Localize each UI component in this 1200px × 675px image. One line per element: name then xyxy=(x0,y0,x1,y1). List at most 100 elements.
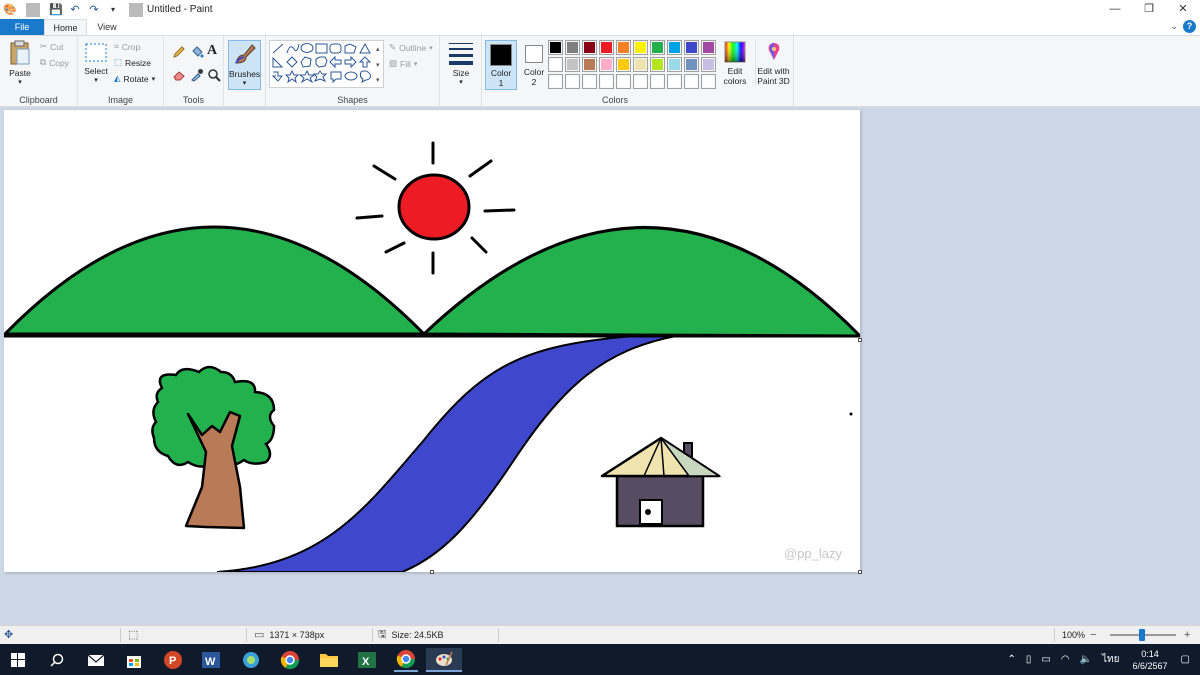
palette-swatch[interactable] xyxy=(582,57,597,72)
paste-button[interactable]: Paste ▾ xyxy=(4,40,36,86)
canvas-workspace[interactable]: @pp_lazy xyxy=(0,107,1200,625)
palette-swatch[interactable] xyxy=(684,74,699,89)
palette-swatch[interactable] xyxy=(684,40,699,55)
palette-swatch[interactable] xyxy=(548,74,563,89)
tab-home[interactable]: Home xyxy=(44,19,87,35)
palette-swatch[interactable] xyxy=(667,40,682,55)
palette-swatch[interactable] xyxy=(565,57,580,72)
tab-file[interactable]: File xyxy=(0,19,44,35)
chevron-up-icon[interactable]: ⌃ xyxy=(1007,654,1015,665)
collapse-ribbon-icon[interactable]: ⌄ xyxy=(1170,21,1178,32)
edit-with-paint3d-button[interactable]: Edit with Paint 3D xyxy=(755,40,791,86)
palette-swatch[interactable] xyxy=(565,74,580,89)
drawing-canvas[interactable]: @pp_lazy xyxy=(4,110,860,572)
undo-icon[interactable]: ↶ xyxy=(68,3,82,17)
clock[interactable]: 0:14 6/6/2567 xyxy=(1133,648,1168,672)
magnifier-icon[interactable] xyxy=(207,68,221,82)
color2-button[interactable]: Color 2 xyxy=(519,40,549,87)
palette-swatch-color xyxy=(635,76,646,87)
palette-swatch[interactable] xyxy=(548,40,563,55)
palette-swatch[interactable] xyxy=(650,40,665,55)
edit-colors-button[interactable]: Edit colors xyxy=(719,40,751,86)
brushes-button[interactable]: Brushes ▾ xyxy=(228,40,261,90)
mail-icon[interactable] xyxy=(84,648,108,672)
resize-handle-right[interactable] xyxy=(858,338,862,342)
palette-swatch[interactable] xyxy=(633,74,648,89)
palette-swatch[interactable] xyxy=(582,40,597,55)
outline-button[interactable]: ✎ Outline ▾ xyxy=(389,42,433,53)
zoom-slider[interactable] xyxy=(1110,629,1176,641)
resize-handle-corner[interactable] xyxy=(858,570,862,574)
battery-icon[interactable]: ▭ xyxy=(1041,654,1050,665)
palette-swatch[interactable] xyxy=(701,74,716,89)
resize-button[interactable]: ⬚ Resize xyxy=(114,57,151,68)
palette-swatch[interactable] xyxy=(616,57,631,72)
pencil-icon[interactable] xyxy=(172,45,186,59)
word-icon[interactable]: W xyxy=(199,648,223,672)
crop-button[interactable]: ⌗ Crop xyxy=(114,41,140,52)
search-icon[interactable] xyxy=(45,648,69,672)
palette-swatch[interactable] xyxy=(599,57,614,72)
windows-start-icon[interactable] xyxy=(6,648,30,672)
store-icon[interactable] xyxy=(122,648,146,672)
palette-swatch[interactable] xyxy=(616,74,631,89)
volume-icon[interactable]: 🔈 xyxy=(1080,654,1092,665)
fill-button[interactable]: ▨ Fill ▾ xyxy=(389,58,417,69)
size-button[interactable]: Size ▾ xyxy=(444,40,478,86)
rotate-button[interactable]: ◭ Rotate ▾ xyxy=(114,73,155,84)
color1-button[interactable]: Color 1 xyxy=(485,40,517,90)
save-icon[interactable]: 💾 xyxy=(49,3,63,17)
device-icon[interactable]: ▯ xyxy=(1026,654,1032,665)
paint-app-icon[interactable]: 🎨 xyxy=(3,3,17,17)
network-app-icon[interactable] xyxy=(239,648,263,672)
fill-bucket-icon[interactable] xyxy=(190,45,204,59)
palette-swatch[interactable] xyxy=(582,74,597,89)
shapes-gallery[interactable]: ▴ ▾ ▾ xyxy=(269,40,384,88)
tab-view[interactable]: View xyxy=(87,19,127,35)
palette-swatch[interactable] xyxy=(650,57,665,72)
tree-trunk xyxy=(184,410,246,530)
palette-swatch[interactable] xyxy=(548,57,563,72)
palette-swatch[interactable] xyxy=(684,57,699,72)
help-icon[interactable]: ? xyxy=(1183,20,1196,33)
palette-swatch[interactable] xyxy=(701,57,716,72)
palette-swatch[interactable] xyxy=(667,57,682,72)
minimize-button[interactable]: — xyxy=(1098,0,1132,19)
text-tool-icon[interactable]: A xyxy=(207,43,217,59)
zoom-thumb[interactable] xyxy=(1139,629,1145,641)
powerpoint-icon[interactable]: P xyxy=(161,648,185,672)
color1-swatch xyxy=(490,44,512,66)
customize-quick-access-icon[interactable]: ▾ xyxy=(106,3,120,17)
palette-swatch[interactable] xyxy=(633,40,648,55)
palette-swatch[interactable] xyxy=(565,40,580,55)
palette-swatch[interactable] xyxy=(633,57,648,72)
image-group-label: Image xyxy=(107,95,133,105)
palette-swatch[interactable] xyxy=(599,74,614,89)
redo-icon[interactable]: ↷ xyxy=(87,3,101,17)
resize-handle-bottom[interactable] xyxy=(430,570,434,574)
color-picker-icon[interactable] xyxy=(190,68,204,82)
wifi-icon[interactable]: ◠ xyxy=(1061,654,1070,665)
zoom-out-button[interactable]: − xyxy=(1090,626,1096,644)
palette-swatch[interactable] xyxy=(650,74,665,89)
chrome-running-icon[interactable] xyxy=(394,648,418,672)
copy-button[interactable]: ⧉ Copy xyxy=(40,57,69,68)
zoom-in-button[interactable]: + xyxy=(1184,626,1190,644)
palette-swatch[interactable] xyxy=(701,40,716,55)
chrome-icon[interactable] xyxy=(278,648,302,672)
brushes-group: Brushes ▾ xyxy=(224,36,266,107)
paint-running-icon[interactable] xyxy=(426,648,462,672)
palette-swatch[interactable] xyxy=(667,74,682,89)
language-indicator[interactable]: ไทย xyxy=(1102,652,1119,667)
eraser-icon[interactable] xyxy=(172,68,186,82)
excel-icon[interactable]: X xyxy=(355,648,379,672)
close-button[interactable]: ✕ xyxy=(1166,0,1200,19)
maximize-button[interactable]: ❐ xyxy=(1132,0,1166,19)
select-button[interactable]: Select ▾ xyxy=(81,42,111,84)
file-size: 🖫 Size: 24.5KB xyxy=(378,626,444,644)
notifications-icon[interactable]: ▢ xyxy=(1181,654,1190,665)
palette-swatch[interactable] xyxy=(599,40,614,55)
palette-swatch[interactable] xyxy=(616,40,631,55)
cut-button[interactable]: ✂ Cut xyxy=(40,41,63,52)
file-explorer-icon[interactable] xyxy=(317,648,341,672)
